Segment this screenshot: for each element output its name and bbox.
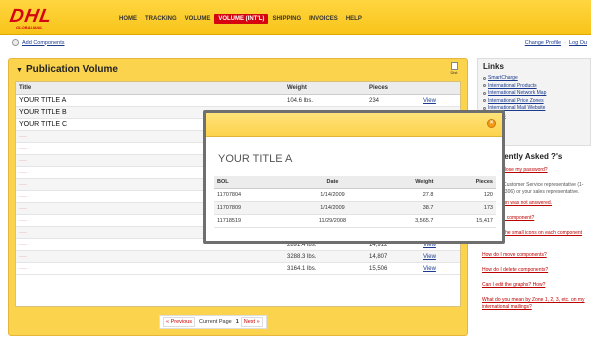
links-title: Links xyxy=(483,62,504,71)
log-out-link[interactable]: Log Ou xyxy=(569,40,587,46)
panel-title-text: Publication Volume xyxy=(25,64,118,75)
table-row[interactable]: ---- 3288.3 lbs. 14,807 View xyxy=(16,250,460,263)
sidebar-link-item[interactable]: International Products xyxy=(483,83,585,89)
sidebar-link[interactable]: International Price Zones xyxy=(488,98,544,104)
row-weight: 104.6 lbs. xyxy=(284,94,366,107)
modal-title: YOUR TITLE A xyxy=(218,153,293,165)
add-circle-icon xyxy=(12,39,19,46)
faq-item[interactable]: Can I edit the graphs? How? xyxy=(482,282,586,289)
sidebar-link[interactable]: SmartCharge xyxy=(488,75,518,81)
table-row: 11718519 11/29/2008 3,565.7 15,417 xyxy=(214,214,496,228)
sidebar-link-item[interactable]: International Price Zones xyxy=(483,98,585,104)
current-page-label: Current Page xyxy=(199,319,232,325)
row-date: 11/29/2008 xyxy=(290,214,375,228)
nav-item-tracking[interactable]: TRACKING xyxy=(141,14,181,24)
row-pieces: 234 xyxy=(366,94,420,107)
row-view-cell: View xyxy=(420,262,460,275)
row-date: 1/14/2009 xyxy=(290,188,375,202)
add-components[interactable]: Add Components xyxy=(12,39,65,46)
account-links: Change Profile · Log Ou xyxy=(524,40,587,46)
pagination: « Previous Current Page 1 Next » xyxy=(159,315,267,329)
row-title: ---- xyxy=(16,262,284,275)
row-view-cell: View xyxy=(420,250,460,263)
row-weight: 27.8 xyxy=(374,188,437,202)
sidebar-link[interactable]: International Products xyxy=(488,83,537,89)
nav-item-shipping[interactable]: SHIPPING xyxy=(268,14,305,24)
modal-body: × YOUR TITLE A BOL Date Weight Pieces 11… xyxy=(206,113,502,241)
bullet-icon xyxy=(483,76,486,80)
row-pieces: 15,506 xyxy=(366,262,420,275)
col-pieces: Pieces xyxy=(436,176,496,189)
table-row: 11707809 1/14/2009 38.7 173 xyxy=(214,201,496,215)
row-pieces: 14,807 xyxy=(366,250,420,263)
modal-header-row: BOL Date Weight Pieces xyxy=(214,176,496,189)
view-link[interactable]: View xyxy=(423,98,436,104)
distribution-icon-label: Dist xyxy=(450,70,458,75)
change-profile-link[interactable]: Change Profile xyxy=(525,40,561,46)
row-weight: 38.7 xyxy=(374,201,437,215)
row-weight: 3288.3 lbs. xyxy=(284,250,366,263)
row-weight: 3164.1 lbs. xyxy=(284,262,366,275)
dhl-logo[interactable]: DHL GLOBALMAIL xyxy=(8,6,90,31)
sidebar-link-item[interactable]: SmartCharge xyxy=(483,75,585,81)
nav-item-volume-int-l[interactable]: VOLUME (INT'L) xyxy=(214,14,269,24)
modal-header: × xyxy=(206,113,502,137)
row-bol: 11707809 xyxy=(214,201,291,215)
sidebar-link[interactable]: International Network Map xyxy=(488,90,546,96)
table-row: 11707804 1/14/2009 27.8 120 xyxy=(214,188,496,202)
main-nav: HOME TRACKING VOLUME VOLUME (INT'L) SHIPPING… xyxy=(115,14,366,24)
bullet-icon xyxy=(483,91,486,95)
nav-item-invoices[interactable]: INVOICES xyxy=(305,14,342,24)
faq-link[interactable]: What do you mean by Zone 1, 2, 3, etc. o… xyxy=(482,297,585,310)
faq-item[interactable]: What do you mean by Zone 1, 2, 3, etc. o… xyxy=(482,297,586,311)
col-view xyxy=(420,82,460,95)
collapse-triangle-icon[interactable]: ▼ xyxy=(16,67,23,74)
row-pieces: 173 xyxy=(436,201,496,215)
distribution-icon[interactable]: Dist xyxy=(449,62,459,75)
row-pieces: 15,417 xyxy=(436,214,496,228)
sidebar-link-item[interactable]: International Network Map xyxy=(483,90,585,96)
row-weight: 3,565.7 xyxy=(374,214,437,228)
document-icon xyxy=(450,62,458,70)
nav-item-home[interactable]: HOME xyxy=(115,14,141,24)
table-row[interactable]: YOUR TITLE A 104.6 lbs. 234 View xyxy=(16,94,460,107)
next-page-button[interactable]: Next » xyxy=(240,317,263,327)
add-components-link[interactable]: Add Components xyxy=(22,40,65,46)
table-row[interactable]: ---- 3164.1 lbs. 15,506 View xyxy=(16,262,460,275)
faq-item[interactable]: How do I delete components? xyxy=(482,267,586,274)
faq-item[interactable]: How do I move components? xyxy=(482,252,586,259)
panel-title[interactable]: ▼ Publication Volume xyxy=(16,64,118,75)
previous-page-button[interactable]: « Previous xyxy=(163,317,195,327)
row-title: YOUR TITLE A xyxy=(16,94,284,107)
row-pieces: 120 xyxy=(436,188,496,202)
row-title: ---- xyxy=(16,250,284,263)
faq-link[interactable]: How do I delete components? xyxy=(482,267,548,273)
close-icon[interactable]: × xyxy=(487,119,496,128)
col-bol: BOL xyxy=(214,176,291,189)
nav-item-help[interactable]: HELP xyxy=(342,14,366,24)
shipment-table: BOL Date Weight Pieces 11707804 1/14/2009… xyxy=(214,176,496,228)
row-date: 1/14/2009 xyxy=(290,201,375,215)
current-page-number: 1 xyxy=(235,319,239,325)
faq-link[interactable]: Can I edit the graphs? How? xyxy=(482,282,545,288)
bullet-icon xyxy=(483,99,486,102)
col-title: Title xyxy=(16,82,284,95)
col-pieces: Pieces xyxy=(366,82,420,95)
view-link[interactable]: View xyxy=(423,254,436,260)
col-weight: Weight xyxy=(284,82,366,95)
col-weight: Weight xyxy=(374,176,437,189)
bullet-icon xyxy=(483,84,486,87)
top-bar: Add Components Change Profile · Log Ou xyxy=(0,36,591,50)
faq-link[interactable]: How do I move components? xyxy=(482,252,547,258)
logo-mark: DHL xyxy=(8,6,54,27)
nav-item-volume[interactable]: VOLUME xyxy=(181,14,215,24)
view-link[interactable]: View xyxy=(423,266,436,272)
row-bol: 11718519 xyxy=(214,214,291,228)
header-bar: DHL GLOBALMAIL HOME TRACKING VOLUME VOLUME … xyxy=(0,0,591,35)
row-view-cell: View xyxy=(420,94,460,107)
col-date: Date xyxy=(290,176,375,189)
row-bol: 11707804 xyxy=(214,188,291,202)
table-header-row: Title Weight Pieces xyxy=(16,82,460,95)
detail-modal: × YOUR TITLE A BOL Date Weight Pieces 11… xyxy=(203,110,505,244)
